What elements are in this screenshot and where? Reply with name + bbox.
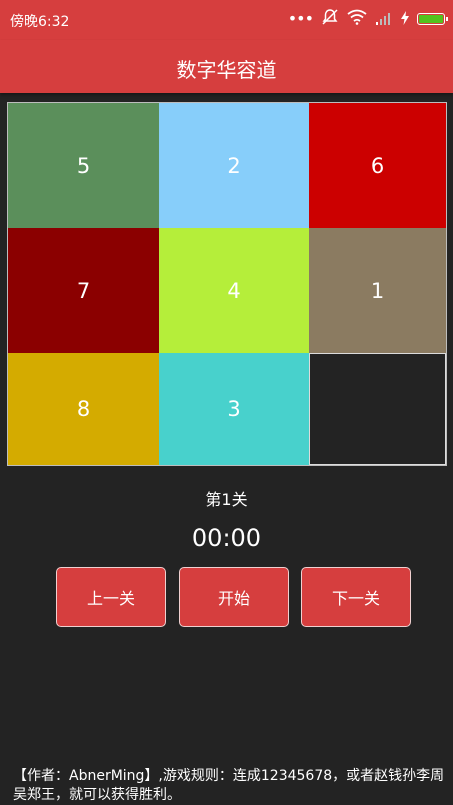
next-level-button[interactable]: 下一关	[301, 567, 411, 627]
level-label: 第1关	[205, 490, 248, 509]
start-button[interactable]: 开始	[179, 567, 289, 627]
status-bar: 傍晚6:32 •••	[0, 0, 453, 40]
puzzle-tile[interactable]: 7	[8, 228, 159, 353]
status-icons: •••	[287, 8, 448, 30]
empty-tile[interactable]	[309, 353, 446, 465]
page-title: 数字华容道	[176, 58, 277, 82]
charging-icon	[401, 10, 409, 29]
more-dots-icon: •••	[287, 9, 314, 28]
battery-icon	[417, 13, 448, 25]
timer: 00:00	[191, 524, 262, 552]
game-rules-text: 【作者：AbnerMing】,游戏规则：连成12345678，或者赵钱孙李周吴郑…	[13, 768, 445, 803]
signal-icon	[375, 10, 393, 29]
app-bar: 数字华容道	[0, 40, 453, 93]
wifi-icon	[347, 9, 367, 29]
prev-level-button[interactable]: 上一关	[56, 567, 166, 627]
puzzle-board: 526 741 83	[7, 102, 447, 466]
puzzle-tile[interactable]: 4	[159, 228, 309, 353]
puzzle-tile[interactable]: 3	[159, 353, 309, 465]
puzzle-tile[interactable]: 6	[309, 103, 446, 228]
puzzle-tile[interactable]: 2	[159, 103, 309, 228]
puzzle-tile[interactable]: 5	[8, 103, 159, 228]
mute-icon	[321, 8, 339, 30]
puzzle-tile[interactable]: 1	[309, 228, 446, 353]
status-time: 傍晚6:32	[10, 14, 70, 30]
puzzle-tile[interactable]: 8	[8, 353, 159, 465]
